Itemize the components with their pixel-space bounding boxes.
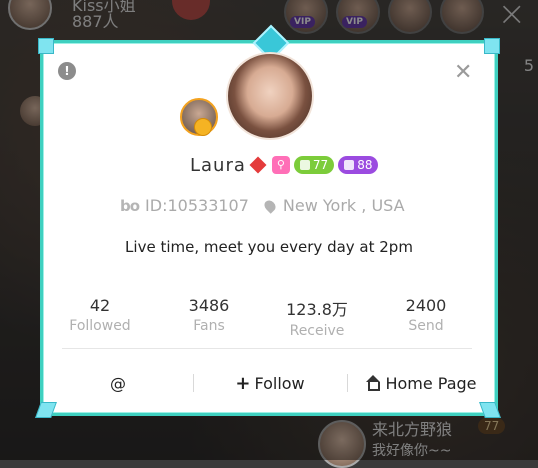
home-page-button[interactable]: Home Page bbox=[352, 372, 490, 394]
stat-followed[interactable]: 42 Followed bbox=[60, 296, 140, 334]
divider bbox=[62, 348, 472, 349]
follow-label: Follow bbox=[254, 373, 305, 393]
separator bbox=[347, 374, 348, 392]
stat-value: 2400 bbox=[405, 296, 447, 315]
coin-icon bbox=[194, 118, 212, 136]
stat-value: 3486 bbox=[188, 296, 230, 315]
location-pin-icon bbox=[262, 197, 278, 214]
user-id: ID:10533107 bbox=[145, 196, 249, 215]
username: Laura bbox=[190, 154, 246, 176]
level-badge-green: 77 bbox=[293, 156, 335, 174]
home-icon bbox=[365, 375, 381, 391]
plus-icon: + bbox=[235, 372, 251, 394]
shield-icon bbox=[299, 160, 310, 170]
stat-receive[interactable]: 123.8万 Receive bbox=[277, 296, 357, 339]
level-green-value: 77 bbox=[312, 158, 329, 172]
separator bbox=[193, 374, 194, 392]
follow-button[interactable]: + Follow bbox=[196, 372, 344, 394]
mention-label: @ bbox=[110, 373, 126, 393]
profile-avatar[interactable] bbox=[226, 52, 314, 140]
id-location-row: bo ID:10533107 New York , USA bbox=[120, 196, 405, 215]
home-label: Home Page bbox=[385, 373, 477, 393]
location-text: New York , USA bbox=[282, 196, 405, 215]
stat-value: 123.8万 bbox=[286, 300, 348, 319]
report-icon[interactable]: ! bbox=[58, 62, 76, 80]
level-badge-purple: 88 bbox=[338, 156, 379, 174]
search-badge-icon: ⚲ bbox=[271, 156, 290, 174]
app-logo-icon: bo bbox=[120, 196, 140, 215]
hexagon-icon bbox=[344, 160, 355, 170]
stat-label: Fans bbox=[193, 318, 225, 334]
level-purple-value: 88 bbox=[357, 158, 373, 172]
stat-send[interactable]: 2400 Send bbox=[386, 296, 466, 334]
corner-ornament-icon bbox=[38, 38, 54, 54]
stat-label: Receive bbox=[289, 323, 345, 339]
stat-value: 42 bbox=[89, 296, 111, 315]
stat-label: Followed bbox=[69, 318, 131, 334]
close-icon[interactable]: ✕ bbox=[454, 60, 472, 85]
bio-text: Live time, meet you every day at 2pm bbox=[125, 238, 413, 256]
stat-fans[interactable]: 3486 Fans bbox=[169, 296, 249, 334]
mention-button[interactable]: @ bbox=[62, 372, 174, 394]
name-row: Laura ⚲ 77 88 bbox=[190, 154, 379, 176]
diamond-icon bbox=[249, 156, 267, 174]
corner-ornament-icon bbox=[484, 38, 500, 54]
stat-label: Send bbox=[408, 318, 444, 334]
